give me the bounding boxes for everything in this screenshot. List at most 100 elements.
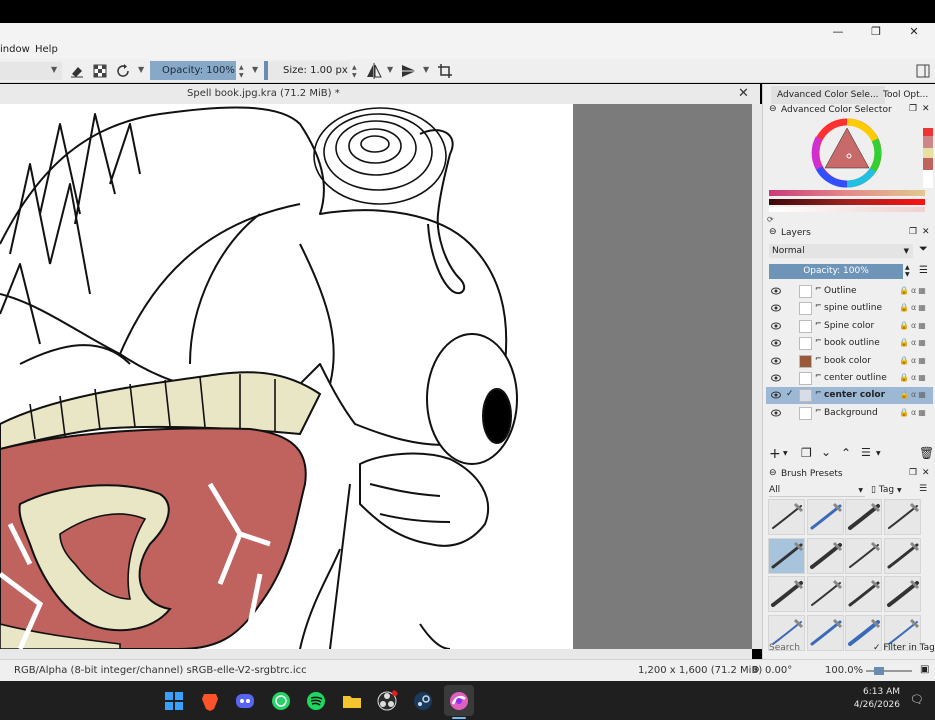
blend-mode-select[interactable]: Normal ▼ xyxy=(769,244,913,258)
layer-lock-alpha-icons[interactable]: 🔒α▦ xyxy=(899,408,928,417)
brush-preset-tile[interactable] xyxy=(806,576,844,612)
document-title[interactable]: Spell book.jpg.kra (71.2 MiB) * xyxy=(187,88,340,99)
eye-icon[interactable] xyxy=(771,356,781,366)
brush-filter-select[interactable]: All ▼ xyxy=(769,484,865,497)
brush-preset-tile[interactable] xyxy=(883,499,921,535)
discord-icon[interactable] xyxy=(234,690,256,712)
filter-in-tag-checkbox[interactable]: ✓ Filter in Tag xyxy=(873,643,935,653)
layer-row[interactable]: ⌐ Background 🔒α▦ xyxy=(766,405,933,422)
menu-help[interactable]: Help xyxy=(35,44,58,55)
layer-row[interactable]: ⌐ Outline 🔒α▦ xyxy=(766,283,933,300)
layer-row[interactable]: ⌐ spine outline 🔒α▦ xyxy=(766,300,933,317)
canvas-area[interactable] xyxy=(0,104,752,649)
dock-float-icon[interactable]: ⊖ xyxy=(769,468,777,478)
panel-close-icon[interactable]: ✕ xyxy=(922,468,930,478)
restore-button[interactable]: ❐ xyxy=(861,23,891,41)
artwork-canvas[interactable] xyxy=(0,104,752,649)
tab-tool-options[interactable]: Tool Opt... xyxy=(877,86,934,104)
menu-window[interactable]: indow xyxy=(0,44,30,55)
notification-icon[interactable]: 🗨 xyxy=(910,693,924,706)
dock-float-icon[interactable]: ⊖ xyxy=(769,104,777,114)
minimize-button[interactable]: — xyxy=(823,23,853,41)
move-layer-down-icon[interactable]: ⌄ xyxy=(821,445,831,459)
steam-icon[interactable] xyxy=(412,690,434,712)
layer-row[interactable]: ⌐ center outline 🔒α▦ xyxy=(766,370,933,387)
brush-search-input[interactable]: Search xyxy=(769,643,867,656)
windows-start-icon[interactable] xyxy=(163,690,185,712)
brush-preset-tile[interactable] xyxy=(845,537,882,574)
eye-icon[interactable] xyxy=(771,286,781,296)
opacity-spin-icon[interactable]: ▲ ▼ xyxy=(239,64,244,80)
layer-opacity-spin-icon[interactable]: ▲ ▼ xyxy=(905,264,910,278)
eye-icon[interactable] xyxy=(771,390,781,400)
clock[interactable]: 6:13 AM 4/26/2026 xyxy=(838,687,900,710)
panel-close-icon[interactable]: ✕ xyxy=(922,104,930,114)
layer-menu-icon[interactable]: ☰ xyxy=(919,265,928,276)
layer-lock-alpha-icons[interactable]: 🔒α▦ xyxy=(899,373,928,382)
layer-lock-alpha-icons[interactable]: 🔒α▦ xyxy=(899,338,928,347)
close-window-button[interactable]: ✕ xyxy=(899,23,929,41)
eye-icon[interactable] xyxy=(771,373,781,383)
layer-row[interactable]: ⌐ book outline 🔒α▦ xyxy=(766,335,933,352)
dock-float-icon[interactable]: ⊖ xyxy=(769,227,777,237)
canvas-horizontal-scrollbar[interactable] xyxy=(0,649,752,659)
panel-close-icon[interactable]: ✕ xyxy=(922,227,930,237)
tab-advanced-color-selector[interactable]: Advanced Color Sele... xyxy=(771,86,885,104)
alpha-lock-icon[interactable] xyxy=(91,62,109,80)
brush-preset-tile[interactable] xyxy=(883,537,921,574)
brush-preset-tile[interactable] xyxy=(768,576,805,612)
file-explorer-icon[interactable] xyxy=(341,690,363,712)
close-document-icon[interactable]: ✕ xyxy=(738,86,749,101)
layer-lock-alpha-icons[interactable]: 🔒α▦ xyxy=(899,356,928,365)
delete-layer-icon[interactable]: 🗑 xyxy=(919,446,934,460)
brush-preset-tile[interactable] xyxy=(768,499,805,535)
eye-icon[interactable] xyxy=(771,338,781,348)
zoom-slider[interactable] xyxy=(866,667,912,675)
size-slider[interactable]: Size: 1.00 px xyxy=(264,61,350,80)
zoom-value[interactable]: 100.0% xyxy=(825,665,863,676)
brush-preset-tile[interactable] xyxy=(883,576,921,612)
eraser-icon[interactable] xyxy=(68,62,86,80)
crop-icon[interactable] xyxy=(436,62,454,80)
color-space-label[interactable]: RGB/Alpha (8-bit integer/channel) sRGB-e… xyxy=(14,665,307,676)
panel-float-icon[interactable]: ❐ xyxy=(909,468,917,478)
dockers-toggle-icon[interactable] xyxy=(914,62,932,80)
whatsapp-icon[interactable] xyxy=(270,690,292,712)
brush-preset-tile[interactable] xyxy=(845,576,882,612)
brave-browser-icon[interactable] xyxy=(199,690,221,712)
layer-lock-alpha-icons[interactable]: 🔒α▦ xyxy=(899,286,928,295)
add-layer-icon[interactable]: + xyxy=(769,446,781,462)
panel-float-icon[interactable]: ❐ xyxy=(909,227,917,237)
brush-preset-tile[interactable] xyxy=(806,537,844,574)
obs-icon[interactable] xyxy=(376,690,398,712)
layer-lock-alpha-icons[interactable]: 🔒α▦ xyxy=(899,303,928,312)
filter-icon[interactable]: ⏷ xyxy=(919,242,928,256)
rotation-value[interactable]: 0.00° xyxy=(765,665,792,676)
tag-button[interactable]: ▯ Tag ▼ xyxy=(871,484,911,497)
mirror-horizontal-icon[interactable] xyxy=(365,62,383,80)
mirror-vertical-icon[interactable] xyxy=(400,62,418,80)
brush-menu-icon[interactable]: ☰ xyxy=(919,484,927,494)
panel-float-icon[interactable]: ❐ xyxy=(909,104,917,114)
layer-opacity-slider[interactable]: Opacity: 100% xyxy=(769,264,903,279)
duplicate-layer-icon[interactable]: ❐ xyxy=(801,446,812,460)
layer-properties-icon[interactable]: ☰ xyxy=(861,446,871,459)
brush-preset-tile[interactable] xyxy=(806,499,844,535)
opacity-slider[interactable]: Opacity: 100% xyxy=(150,61,236,80)
zoom-slider-handle[interactable] xyxy=(874,667,884,675)
canvas-vertical-scrollbar[interactable] xyxy=(752,104,762,649)
reload-preset-icon[interactable] xyxy=(114,62,132,80)
layer-lock-alpha-icons[interactable]: 🔒α▦ xyxy=(899,390,928,399)
layer-row[interactable]: ✓ ⌐ center color 🔒α▦ xyxy=(766,387,933,405)
eye-icon[interactable] xyxy=(771,303,781,313)
size-spin-icon[interactable]: ▲ ▼ xyxy=(352,64,357,80)
eye-icon[interactable] xyxy=(771,321,781,331)
move-layer-up-icon[interactable]: ⌃ xyxy=(841,446,851,460)
brush-preset-tile[interactable] xyxy=(845,499,882,535)
layer-lock-alpha-icons[interactable]: 🔒α▦ xyxy=(899,321,928,330)
canvas-only-icon[interactable]: ▣ xyxy=(920,664,929,675)
spotify-icon[interactable] xyxy=(305,690,327,712)
brush-preset-tile[interactable] xyxy=(768,537,805,574)
layer-row[interactable]: ⌐ Spine color 🔒α▦ xyxy=(766,318,933,335)
layer-row[interactable]: ⌐ book color 🔒α▦ xyxy=(766,353,933,370)
